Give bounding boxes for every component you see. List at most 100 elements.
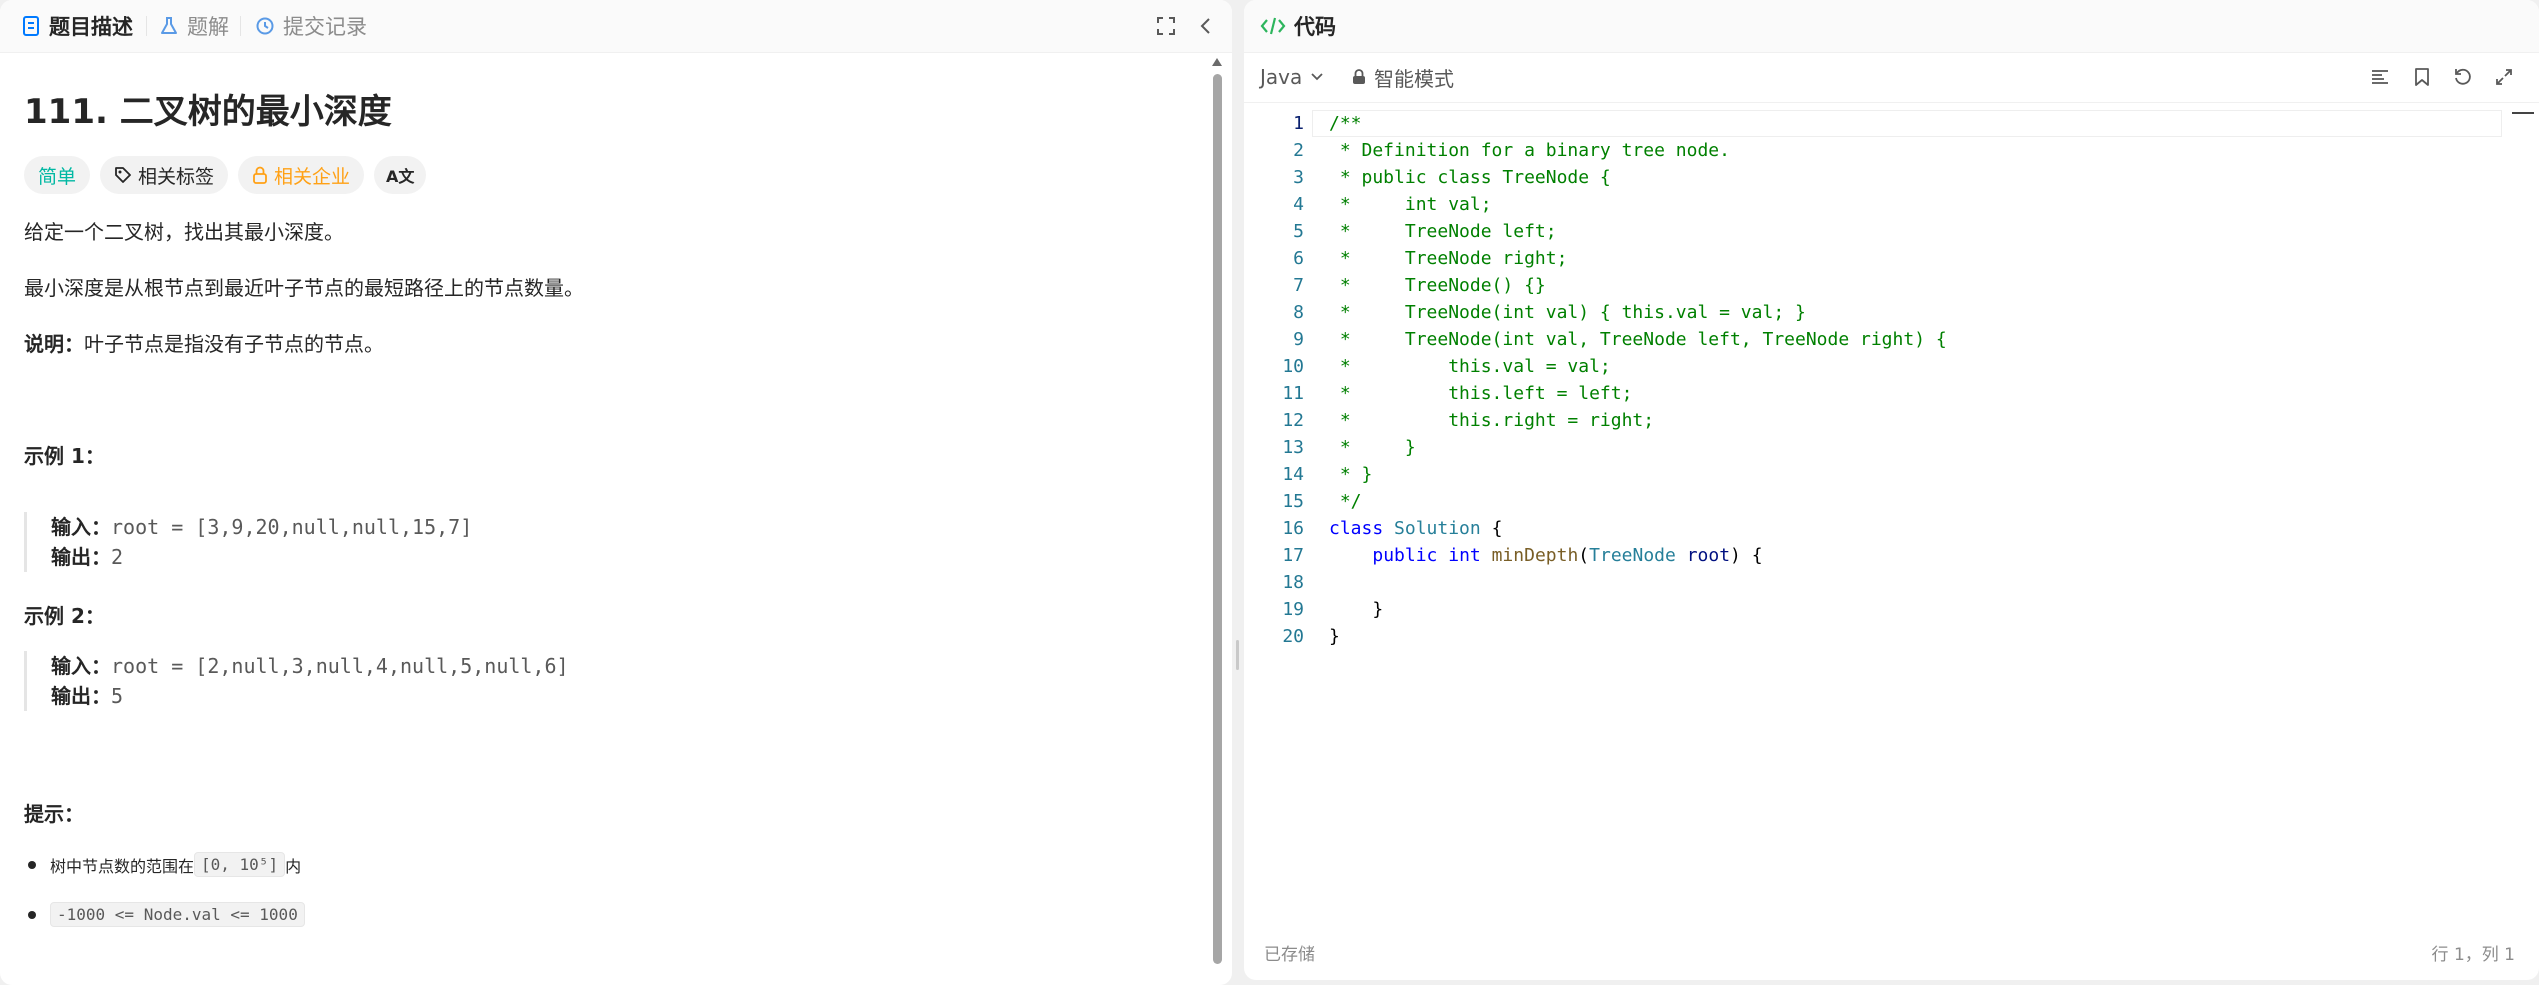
line-number: 8 bbox=[1293, 302, 1304, 323]
line-number: 20 bbox=[1282, 626, 1304, 647]
tab-solutions[interactable]: 题解 bbox=[158, 0, 229, 52]
code-line: 7 * TreeNode() {} bbox=[1244, 272, 2539, 299]
line-number: 14 bbox=[1282, 464, 1304, 485]
code-line: 3 * public class TreeNode { bbox=[1244, 164, 2539, 191]
code-line: 6 * TreeNode right; bbox=[1244, 245, 2539, 272]
smart-mode-label: 智能模式 bbox=[1374, 66, 1454, 91]
code-text: } bbox=[1329, 626, 1340, 647]
example-2-block: 输入：root = [2,null,3,null,4,null,5,null,6… bbox=[24, 651, 569, 711]
code-text: * this.left = left; bbox=[1329, 383, 1633, 404]
tab-solutions-label: 题解 bbox=[187, 15, 229, 39]
saved-status: 已存储 bbox=[1264, 945, 1315, 965]
history-icon bbox=[254, 15, 276, 37]
example-output-value: 2 bbox=[111, 545, 124, 569]
collapse-chevron-left-icon[interactable] bbox=[1194, 14, 1218, 38]
code-line: 2 * Definition for a binary tree node. bbox=[1244, 137, 2539, 164]
line-number: 10 bbox=[1282, 356, 1304, 377]
line-number: 18 bbox=[1282, 572, 1304, 593]
code-line: 4 * int val; bbox=[1244, 191, 2539, 218]
example-input-value: root = [2,null,3,null,4,null,5,null,6] bbox=[111, 654, 569, 678]
line-number: 3 bbox=[1293, 167, 1304, 188]
problem-panel: 题目描述 题解 提交记录 111. 二叉树的最小深度 简单 相关标签 相关企业 … bbox=[0, 0, 1232, 985]
problem-tabbar: 题目描述 题解 提交记录 bbox=[0, 0, 1232, 53]
fullscreen-icon[interactable] bbox=[1154, 14, 1178, 38]
code-line: 14 * } bbox=[1244, 461, 2539, 488]
hint-item-2: -1000 <= Node.val <= 1000 bbox=[24, 902, 305, 927]
problem-chips: 简单 相关标签 相关企业 A文 bbox=[24, 156, 427, 194]
translate-button[interactable]: A文 bbox=[374, 156, 427, 194]
format-lines-icon[interactable] bbox=[2368, 65, 2392, 89]
lock-icon bbox=[252, 166, 268, 184]
panel-resize-handle[interactable] bbox=[1236, 640, 1239, 670]
description-note: 说明：叶子节点是指没有子节点的节点。 bbox=[24, 328, 384, 357]
line-number: 9 bbox=[1293, 329, 1304, 350]
example-input-value: root = [3,9,20,null,null,15,7] bbox=[111, 515, 473, 539]
code-line: 12 * this.right = right; bbox=[1244, 407, 2539, 434]
line-number: 16 bbox=[1282, 518, 1304, 539]
code-text: * TreeNode(int val) { this.val = val; } bbox=[1329, 302, 1806, 323]
line-number: 11 bbox=[1282, 383, 1304, 404]
code-title: 代码 bbox=[1260, 0, 1336, 52]
code-text: * this.val = val; bbox=[1329, 356, 1611, 377]
tab-submissions-label: 提交记录 bbox=[283, 15, 367, 39]
line-number: 19 bbox=[1282, 599, 1304, 620]
line-number: 7 bbox=[1293, 275, 1304, 296]
code-title-label: 代码 bbox=[1294, 15, 1336, 39]
code-text: public int minDepth(TreeNode root) { bbox=[1372, 545, 1763, 566]
code-line: 20 } bbox=[1244, 623, 2539, 650]
line-number: 4 bbox=[1293, 194, 1304, 215]
code-line: 10 * this.val = val; bbox=[1244, 353, 2539, 380]
difficulty-badge[interactable]: 简单 bbox=[24, 156, 91, 194]
code-editor[interactable]: 1 /** 2 * Definition for a binary tree n… bbox=[1244, 110, 2539, 930]
code-line: 17 public int minDepth(TreeNode root) { bbox=[1244, 542, 2539, 569]
code-text: * TreeNode left; bbox=[1329, 221, 1557, 242]
scroll-up-arrow-icon[interactable] bbox=[1212, 58, 1222, 66]
minimap-cursor-marker bbox=[2512, 112, 2534, 114]
chevron-down-icon bbox=[1310, 72, 1324, 82]
example-output-label: 输出： bbox=[51, 684, 111, 708]
smart-mode-toggle[interactable]: 智能模式 bbox=[1352, 52, 1454, 102]
hints-heading: 提示： bbox=[24, 802, 84, 826]
editor-toolbar: Java 智能模式 bbox=[1244, 52, 2539, 103]
line-number: 12 bbox=[1282, 410, 1304, 431]
tab-divider bbox=[146, 16, 147, 36]
code-text: /** bbox=[1329, 113, 1362, 134]
bullet-dot bbox=[28, 860, 36, 869]
problem-title: 111. 二叉树的最小深度 bbox=[24, 92, 392, 132]
code-line: 1 /** bbox=[1244, 110, 2539, 137]
hint-item-1: 树中节点数的范围在 [0, 10⁵] 内 bbox=[24, 852, 301, 877]
related-companies-button[interactable]: 相关企业 bbox=[238, 156, 365, 194]
tab-description[interactable]: 题目描述 bbox=[20, 0, 133, 52]
problem-scrollbar[interactable] bbox=[1213, 74, 1222, 964]
example-1-block: 输入：root = [3,9,20,null,null,15,7] 输出：2 bbox=[24, 512, 472, 572]
tab-description-label: 题目描述 bbox=[49, 15, 133, 39]
bookmark-icon[interactable] bbox=[2410, 65, 2434, 89]
expand-icon[interactable] bbox=[2492, 65, 2516, 89]
code-text: * int val; bbox=[1329, 194, 1492, 215]
code-text: * TreeNode(int val, TreeNode left, TreeN… bbox=[1329, 329, 1947, 350]
lock-icon bbox=[1352, 69, 1366, 85]
code-text: * } bbox=[1329, 464, 1373, 485]
tab-divider bbox=[240, 16, 241, 36]
line-number: 13 bbox=[1282, 437, 1304, 458]
example-output-label: 输出： bbox=[51, 545, 111, 569]
flask-icon bbox=[158, 15, 180, 37]
editor-status-bar: 已存储 行 1，列 1 bbox=[1244, 930, 2539, 970]
code-brackets-icon bbox=[1260, 16, 1286, 36]
example-2-heading: 示例 2： bbox=[24, 604, 105, 628]
code-text: * } bbox=[1329, 437, 1416, 458]
tab-submissions[interactable]: 提交记录 bbox=[254, 0, 367, 52]
related-companies-label: 相关企业 bbox=[274, 165, 351, 188]
reset-undo-icon[interactable] bbox=[2451, 65, 2475, 89]
difficulty-label: 简单 bbox=[38, 165, 77, 188]
related-tags-button[interactable]: 相关标签 bbox=[100, 156, 229, 194]
language-select[interactable]: Java bbox=[1260, 52, 1324, 102]
line-number: 2 bbox=[1293, 140, 1304, 161]
code-line: 11 * this.left = left; bbox=[1244, 380, 2539, 407]
hint-1-post: 内 bbox=[285, 856, 302, 876]
document-icon bbox=[20, 15, 42, 37]
line-number: 17 bbox=[1282, 545, 1304, 566]
bullet-dot bbox=[28, 910, 36, 919]
translate-icon: A文 bbox=[386, 167, 415, 186]
code-text: } bbox=[1329, 599, 1384, 620]
